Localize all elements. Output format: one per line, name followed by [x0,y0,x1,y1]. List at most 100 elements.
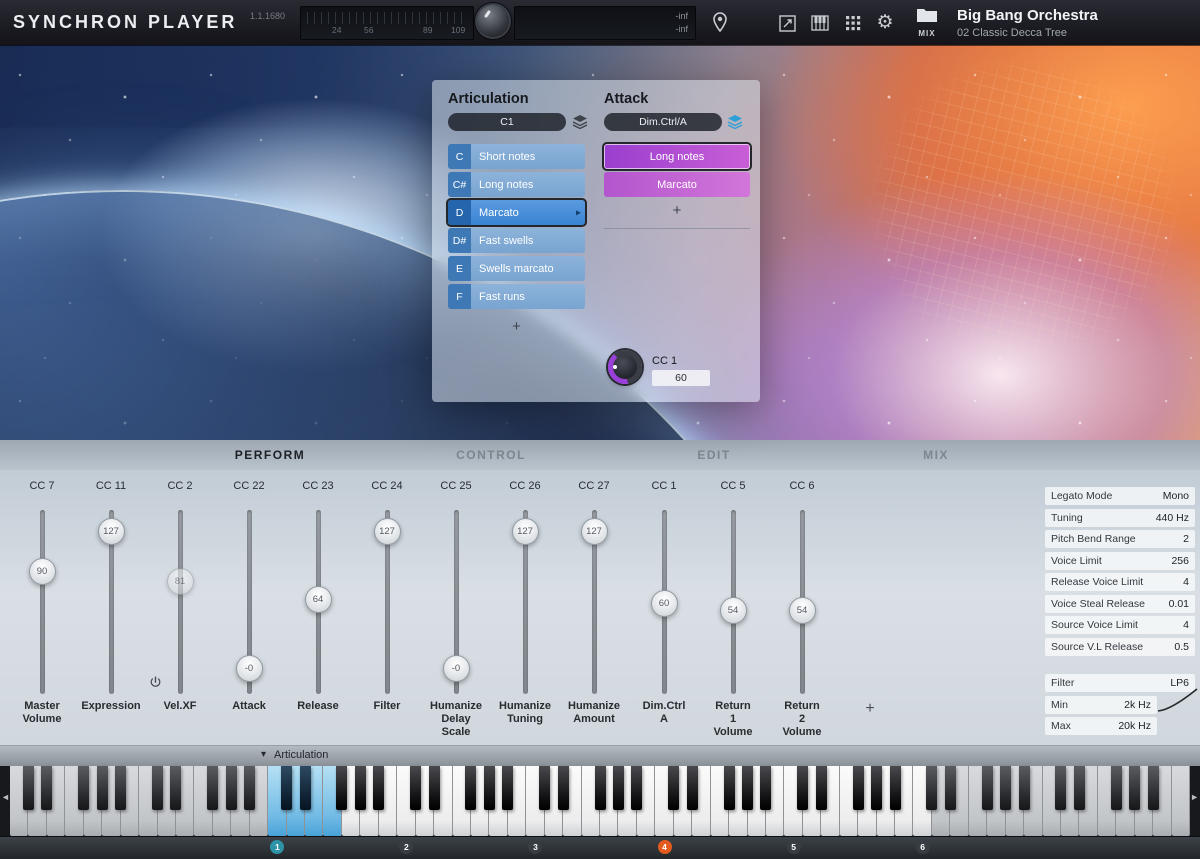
black-key[interactable] [797,766,808,810]
black-key[interactable] [484,766,495,810]
add-fader-button[interactable]: + [860,700,880,718]
black-key[interactable] [687,766,698,810]
black-key[interactable] [336,766,347,810]
black-key[interactable] [41,766,52,810]
black-key[interactable] [281,766,292,810]
black-key[interactable] [539,766,550,810]
resize-icon[interactable] [777,13,797,33]
black-key[interactable] [1148,766,1159,810]
black-key[interactable] [502,766,513,810]
black-key[interactable] [410,766,421,810]
fader-handle[interactable]: -0 [443,655,470,682]
black-key[interactable] [226,766,237,810]
cc1-knob[interactable] [608,350,642,384]
fader-handle[interactable]: 90 [29,558,56,585]
black-key[interactable] [97,766,108,810]
black-key[interactable] [760,766,771,810]
black-key[interactable] [1055,766,1066,810]
fader-track[interactable] [40,510,45,694]
black-key[interactable] [613,766,624,810]
black-key[interactable] [945,766,956,810]
attack-item[interactable]: Long notes [604,144,750,169]
black-key[interactable] [1000,766,1011,810]
fader-handle[interactable]: 127 [512,518,539,545]
black-key[interactable] [871,766,882,810]
fader-handle[interactable]: 127 [374,518,401,545]
black-key[interactable] [926,766,937,810]
articulation-item[interactable]: DMarcato▸ [448,200,585,225]
add-attack-button[interactable]: + [604,202,750,219]
black-key[interactable] [1074,766,1085,810]
black-key[interactable] [429,766,440,810]
black-key[interactable] [244,766,255,810]
fader-handle[interactable]: 127 [581,518,608,545]
black-key[interactable] [631,766,642,810]
articulation-item[interactable]: ESwells marcato [448,256,585,281]
white-key[interactable] [1172,766,1190,836]
setting-row[interactable]: Release Voice Limit4 [1045,573,1195,591]
black-key[interactable] [1111,766,1122,810]
attack-item[interactable]: Marcato [604,172,750,197]
black-key[interactable] [465,766,476,810]
black-key[interactable] [78,766,89,810]
setting-row[interactable]: Voice Steal Release0.01 [1045,595,1195,613]
black-key[interactable] [982,766,993,810]
articulation-item[interactable]: FFast runs [448,284,585,309]
articulation-range-dropdown[interactable]: C1 [448,113,566,131]
black-key[interactable] [668,766,679,810]
tab-control[interactable]: CONTROL [456,448,526,462]
setting-row[interactable]: Max20k Hz [1045,717,1157,735]
preset-slot[interactable]: MIX [915,8,939,38]
attack-control-dropdown[interactable]: Dim.Ctrl/A [604,113,722,131]
setting-row[interactable]: Min2k Hz [1045,696,1157,714]
black-key[interactable] [300,766,311,810]
layers-icon[interactable] [572,114,588,134]
fader-handle[interactable]: 64 [305,586,332,613]
black-key[interactable] [1019,766,1030,810]
scroll-right-icon[interactable]: ► [1190,792,1199,802]
articulation-item[interactable]: D#Fast swells [448,228,585,253]
cc1-knob-value[interactable]: 60 [652,370,710,386]
black-key[interactable] [23,766,34,810]
fader-handle[interactable]: 127 [98,518,125,545]
black-key[interactable] [115,766,126,810]
black-key[interactable] [595,766,606,810]
black-key[interactable] [355,766,366,810]
fader-track[interactable] [178,510,183,694]
black-key[interactable] [373,766,384,810]
fader-handle[interactable]: 54 [720,597,747,624]
black-key[interactable] [742,766,753,810]
fader-handle[interactable]: -0 [236,655,263,682]
black-key[interactable] [207,766,218,810]
setting-row[interactable]: Pitch Bend Range2 [1045,530,1195,548]
black-key[interactable] [853,766,864,810]
black-key[interactable] [724,766,735,810]
setting-row[interactable]: Voice Limit256 [1045,552,1195,570]
setting-row[interactable]: Source Voice Limit4 [1045,616,1195,634]
setting-row[interactable]: Source V.L Release0.5 [1045,638,1195,656]
tab-perform[interactable]: PERFORM [235,448,306,462]
black-key[interactable] [1129,766,1140,810]
location-pin-icon[interactable] [712,12,728,37]
fader-handle[interactable]: 81 [167,568,194,595]
articulation-item[interactable]: C#Long notes [448,172,585,197]
tab-mix[interactable]: MIX [923,448,949,462]
layers-icon[interactable] [727,114,743,134]
caret-down-icon[interactable]: ▾ [261,749,266,760]
black-key[interactable] [152,766,163,810]
gear-icon[interactable]: ⚙ [875,13,895,33]
black-key[interactable] [170,766,181,810]
power-toggle-icon[interactable] [149,676,162,689]
setting-row[interactable]: Legato ModeMono [1045,487,1195,505]
scroll-left-icon[interactable]: ◄ [1,792,10,802]
tab-edit[interactable]: EDIT [697,448,730,462]
setting-row[interactable]: Tuning440 Hz [1045,509,1195,527]
fader-handle[interactable]: 60 [651,590,678,617]
black-key[interactable] [816,766,827,810]
fader-handle[interactable]: 54 [789,597,816,624]
black-key[interactable] [890,766,901,810]
keyboard-icon[interactable] [810,13,830,33]
master-knob[interactable] [477,5,509,37]
grid-icon[interactable] [843,13,863,33]
articulation-item[interactable]: CShort notes [448,144,585,169]
